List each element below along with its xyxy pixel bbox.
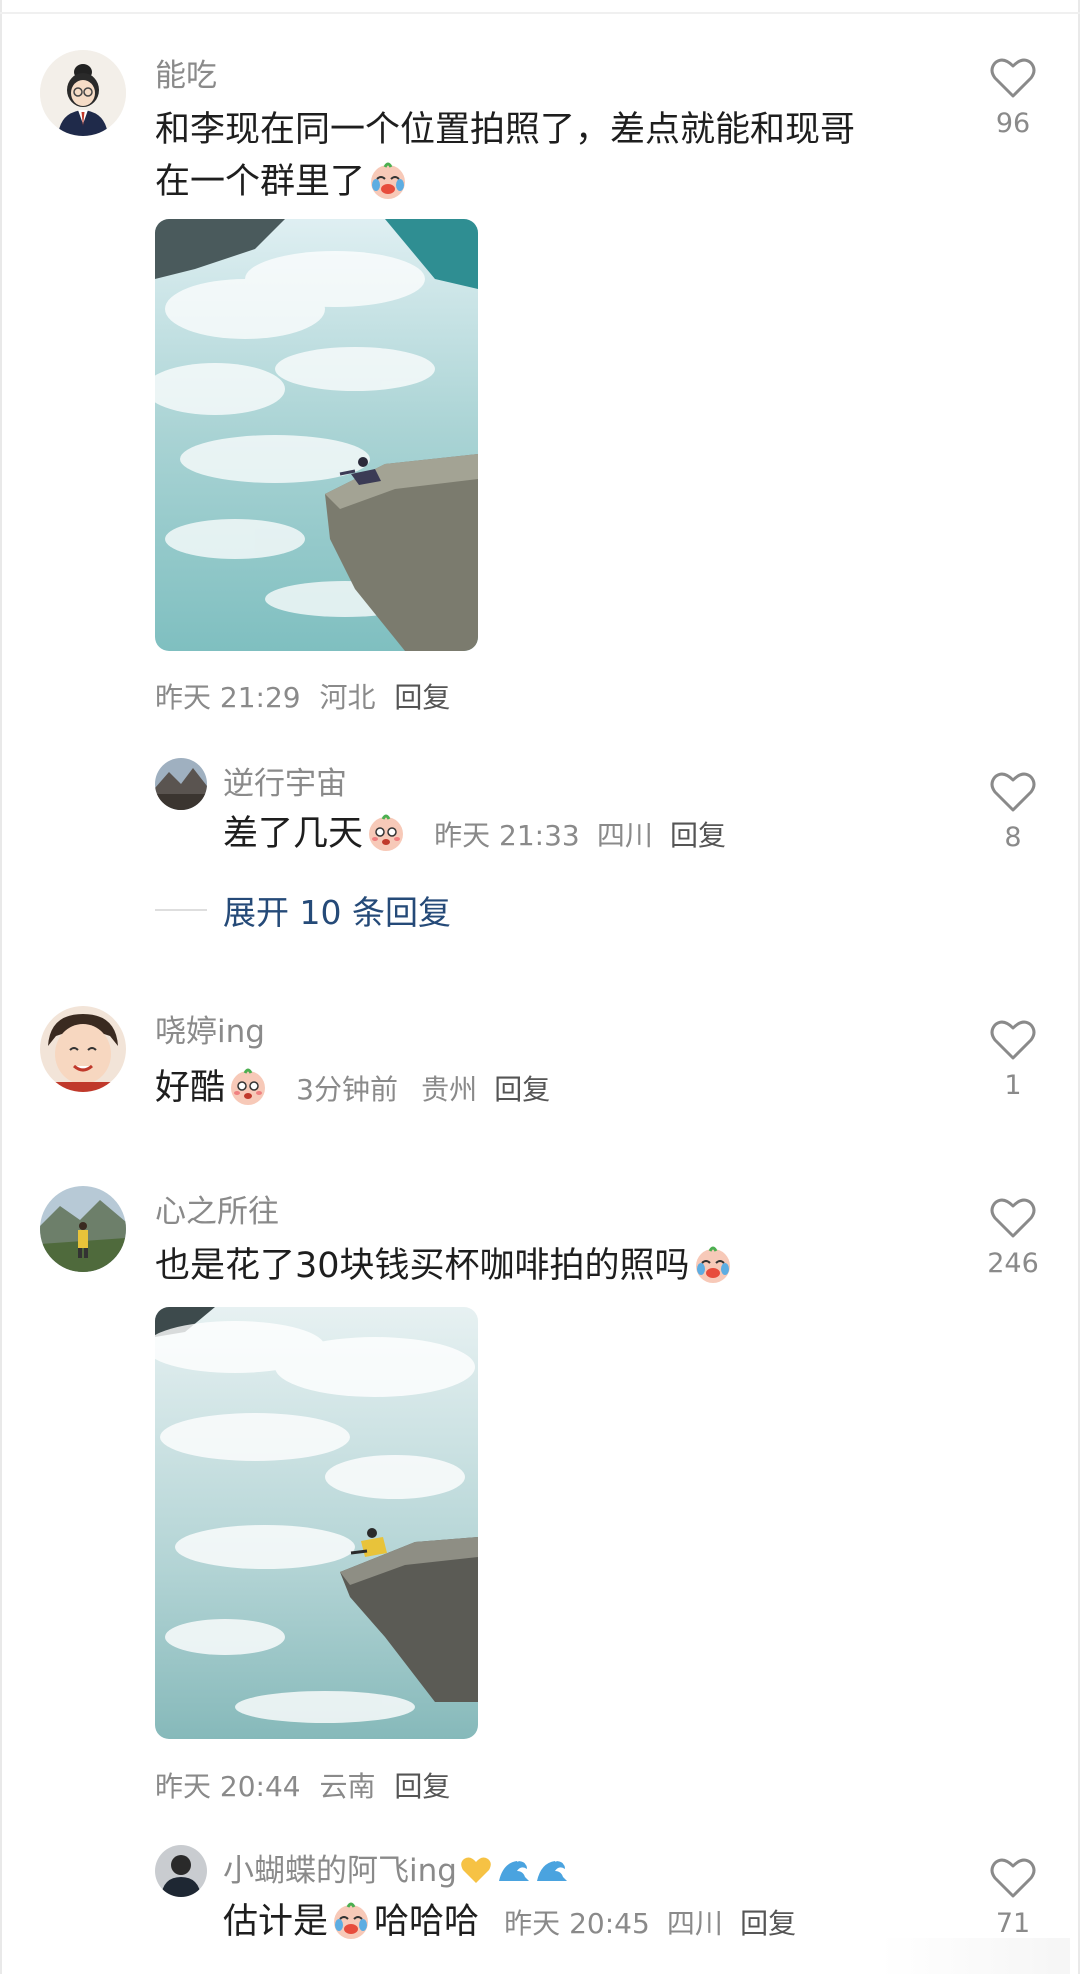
reply-button[interactable]: 回复	[494, 1073, 550, 1106]
comment-location: 贵州	[421, 1073, 478, 1106]
comment-content: 好酷 3分钟前 贵州 回复	[155, 1062, 550, 1116]
like-button[interactable]: 96	[973, 56, 1053, 139]
like-count: 96	[995, 108, 1031, 139]
avatar[interactable]	[155, 1845, 207, 1897]
comment-photo[interactable]	[155, 1307, 478, 1739]
reply-text: 差了几天	[223, 814, 364, 854]
like-count: 8	[1004, 822, 1022, 853]
comment-username[interactable]: 心之所往	[155, 1186, 279, 1231]
comment-meta: 昨天 21:29 河北 回复	[155, 676, 450, 716]
reply-time: 昨天 20:45	[504, 1907, 650, 1940]
comment-location: 云南	[319, 1770, 376, 1803]
comment-text: 好酷	[155, 1068, 226, 1108]
like-button[interactable]: 1	[973, 1018, 1053, 1101]
reply-username[interactable]: 小蝴蝶的阿飞ing	[223, 1853, 457, 1889]
reply-content: 差了几天 昨天 21:33 四川 回复	[223, 808, 726, 862]
like-button[interactable]: 8	[973, 770, 1053, 853]
top-divider	[0, 12, 1080, 14]
comment-photo[interactable]	[155, 219, 478, 651]
reply-button[interactable]: 回复	[394, 681, 450, 714]
comment-text-line2-wrap: 在一个群里了	[155, 156, 411, 208]
comment-location: 河北	[319, 681, 376, 714]
reply-button[interactable]: 回复	[670, 819, 726, 852]
reply-text-before: 估计是	[223, 1902, 329, 1942]
expand-divider	[155, 909, 207, 911]
comment-text: 也是花了30块钱买杯咖啡拍的照吗	[155, 1246, 690, 1286]
wave-emoji	[535, 1853, 569, 1887]
left-edge	[0, 0, 2, 1974]
comment-content: 也是花了30块钱买杯咖啡拍的照吗	[155, 1240, 736, 1292]
expand-replies-button[interactable]: 展开 10 条回复	[223, 886, 451, 934]
reply-location: 四川	[596, 819, 653, 852]
comment-text-line1: 和李现在同一个位置拍照了，差点就能和现哥	[155, 110, 856, 150]
comment-username[interactable]: 能吃	[155, 50, 217, 95]
comment-time: 昨天 20:44	[155, 1770, 301, 1803]
yellow-heart-emoji	[459, 1853, 493, 1887]
heart-outline-icon	[990, 1198, 1036, 1238]
like-count: 1	[1004, 1070, 1022, 1101]
comment-time: 昨天 21:29	[155, 681, 301, 714]
reply-location: 四川	[666, 1907, 723, 1940]
like-count: 71	[995, 1908, 1031, 1939]
reply-button[interactable]: 回复	[740, 1907, 796, 1940]
heart-outline-icon	[990, 1858, 1036, 1898]
comment-time: 3分钟前	[296, 1073, 398, 1106]
comment-text: 和李现在同一个位置拍照了，差点就能和现哥	[155, 104, 855, 156]
avatar[interactable]	[40, 1186, 126, 1272]
heart-outline-icon	[990, 772, 1036, 812]
avatar[interactable]	[40, 1006, 126, 1092]
heart-outline-icon	[990, 58, 1036, 98]
reply-username-wrap: 小蝴蝶的阿飞ing	[223, 1845, 571, 1890]
reply-username[interactable]: 逆行宇宙	[223, 758, 347, 803]
like-button[interactable]: 246	[973, 1196, 1053, 1279]
avatar[interactable]	[40, 50, 126, 136]
reply-button[interactable]: 回复	[394, 1770, 450, 1803]
reply-content: 估计是 哈哈哈 昨天 20:45 四川 回复	[223, 1896, 796, 1950]
sad-face-emoji	[227, 1065, 269, 1107]
crying-laughing-emoji	[330, 1899, 372, 1941]
crying-laughing-emoji	[692, 1243, 734, 1285]
avatar[interactable]	[155, 758, 207, 810]
like-button[interactable]: 71	[973, 1856, 1053, 1939]
like-count: 246	[987, 1248, 1039, 1279]
sad-face-emoji	[365, 811, 407, 853]
crying-laughing-emoji	[367, 159, 409, 201]
watermark-fade	[880, 1938, 1070, 1974]
comment-meta: 昨天 20:44 云南 回复	[155, 1765, 450, 1805]
reply-text-after: 哈哈哈	[374, 1902, 480, 1942]
wave-emoji	[497, 1853, 531, 1887]
heart-outline-icon	[990, 1020, 1036, 1060]
reply-time: 昨天 21:33	[434, 819, 580, 852]
comment-username[interactable]: 哓婷ing	[155, 1006, 265, 1051]
comment-text-line2: 在一个群里了	[155, 162, 366, 202]
